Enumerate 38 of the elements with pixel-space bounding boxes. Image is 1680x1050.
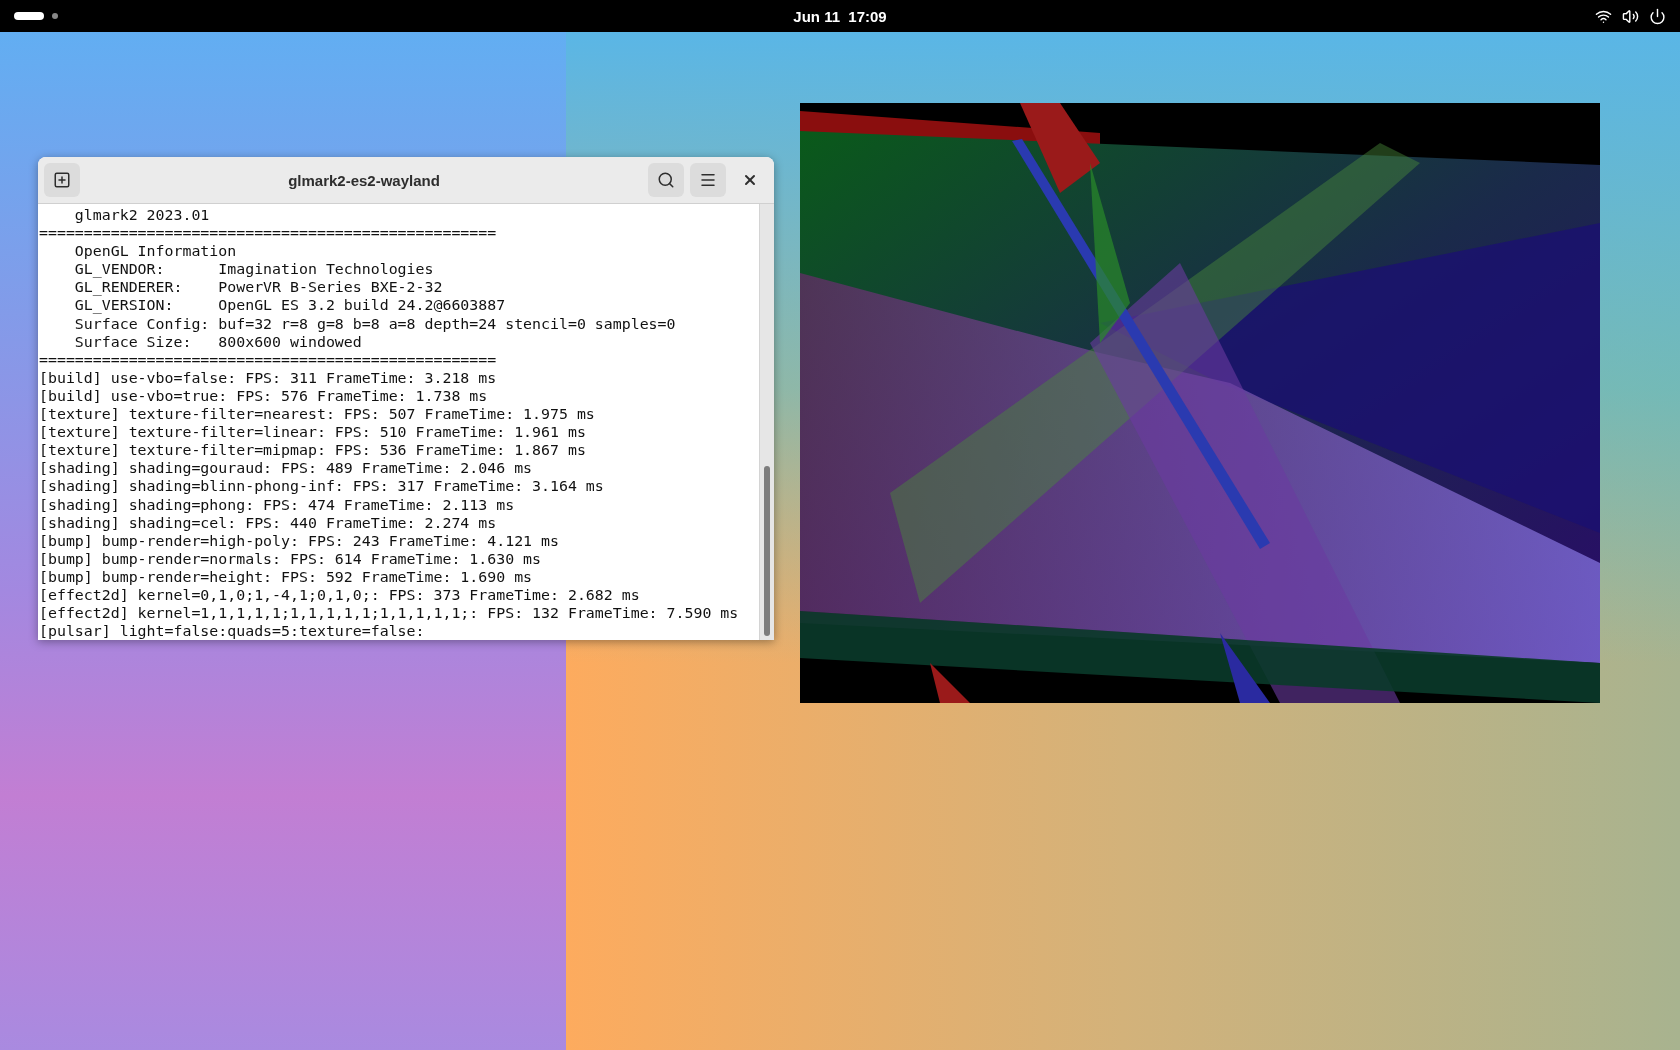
terminal-line: [shading] shading=gouraud: FPS: 489 FrameTime: 2.046 ms	[39, 459, 534, 478]
terminal-line: [effect2d] kernel=1,1,1,1,1;1,1,1,1,1;1,1,1,1,1;: FPS: 132 FrameTime: 7.590 ms	[39, 604, 740, 623]
terminal-line: [texture] texture-filter=mipmap: FPS: 536 FrameTime: 1.867 ms	[39, 441, 587, 460]
terminal-line: Surface Config: buf=32 r=8 g=8 b=8 a=8 depth=24 stencil=0 samples=0	[73, 314, 677, 333]
terminal-line: [build] use-vbo=true: FPS: 576 FrameTime: 1.738 ms	[39, 386, 489, 406]
clock[interactable]: Jun 11 17:09	[793, 7, 887, 25]
terminal-line: OpenGL Information	[73, 242, 238, 261]
new-tab-button[interactable]	[44, 163, 80, 197]
terminal-line: Surface Size: 800x600 windowed	[73, 332, 363, 351]
terminal-line: glmark2 2023.01	[73, 206, 211, 225]
terminal-line: [texture] texture-filter=nearest: FPS: 507 FrameTime: 1.975 ms	[39, 405, 596, 424]
window-title: glmark2-es2-wayland	[287, 171, 441, 189]
terminal-line: [effect2d] kernel=0,1,0;1,-4,1;0,1,0;: FPS: 373 FrameTime: 2.682 ms	[39, 585, 641, 605]
close-icon	[742, 172, 758, 188]
scrollbar[interactable]	[759, 204, 774, 640]
search-icon	[657, 171, 675, 189]
activities-indicator[interactable]	[14, 12, 44, 20]
terminal-line: GL_VERSION: OpenGL ES 3.2 build 24.2@6603887	[73, 296, 507, 315]
search-button[interactable]	[648, 163, 684, 197]
terminal-line: [build] use-vbo=false: FPS: 311 FrameTime: 3.218 ms	[39, 368, 498, 387]
terminal-line: [pulsar] light=false:quads=5:texture=false:	[39, 622, 426, 640]
terminal-line: [bump] bump-render=normals: FPS: 614 FrameTime: 1.630 ms	[39, 549, 543, 568]
terminal-line: [shading] shading=phong: FPS: 474 FrameTime: 2.113 ms	[39, 495, 516, 514]
volume-icon[interactable]	[1622, 7, 1639, 25]
workspace-dot[interactable]	[52, 13, 58, 19]
terminal-line: ===================================================	[39, 350, 498, 369]
menu-button[interactable]	[690, 163, 726, 197]
power-icon[interactable]	[1649, 7, 1666, 25]
terminal-line: [shading] shading=cel: FPS: 440 FrameTime: 2.274 ms	[39, 513, 498, 532]
terminal-line: [shading] shading=blinn-phong-inf: FPS: 317 FrameTime: 3.164 ms	[39, 477, 605, 496]
terminal-line: [bump] bump-render=high-poly: FPS: 243 FrameTime: 4.121 ms	[39, 531, 560, 550]
terminal-line: GL_RENDERER: PowerVR B-Series BXE-2-32	[73, 278, 444, 297]
menu-icon	[699, 171, 717, 189]
terminal-line: GL_VENDOR: Imagination Technologies	[73, 260, 435, 279]
terminal-line: ===================================================	[39, 224, 498, 243]
terminal-line: [texture] texture-filter=linear: FPS: 510 FrameTime: 1.961 ms	[39, 423, 587, 442]
plus-square-icon	[53, 171, 71, 189]
terminal-line: [bump] bump-render=height: FPS: 592 FrameTime: 1.690 ms	[39, 567, 534, 586]
